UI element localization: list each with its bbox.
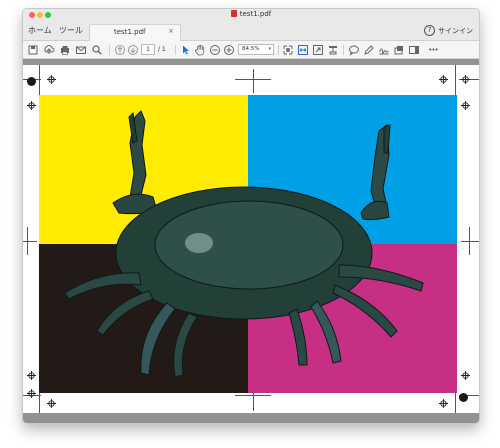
document-area[interactable]: [23, 59, 479, 423]
zoom-level-select[interactable]: 84.5% ▾: [238, 44, 274, 55]
print-icon[interactable]: [59, 44, 71, 56]
crop-mark: [39, 391, 40, 413]
toolbar: 1 / 1 84.5% ▾ •••: [23, 41, 479, 59]
chevron-down-icon: ▾: [268, 46, 271, 52]
registration-mark-icon: [47, 75, 56, 84]
window-title-text: test1.pdf: [239, 10, 272, 18]
center-mark: [23, 241, 37, 242]
window-title: test1.pdf: [23, 10, 479, 18]
pen-icon[interactable]: [363, 44, 375, 56]
sign-icon[interactable]: [378, 44, 390, 56]
registration-mark-icon: [47, 399, 56, 408]
prev-page-icon[interactable]: [114, 44, 126, 56]
fullscreen-icon[interactable]: [312, 44, 324, 56]
mail-icon[interactable]: [75, 44, 87, 56]
page-total: / 1: [158, 46, 166, 53]
tab-document[interactable]: test1.pdf ×: [89, 24, 181, 41]
center-mark: [469, 227, 470, 255]
fit-page-icon[interactable]: [282, 44, 294, 56]
next-page-icon[interactable]: [127, 44, 139, 56]
center-mark: [27, 227, 28, 255]
tab-tools[interactable]: ツール: [59, 25, 83, 36]
registration-mark-icon: [27, 371, 36, 380]
zoom-in-icon[interactable]: [223, 44, 235, 56]
crop-mark: [455, 65, 456, 97]
center-mark: [253, 393, 254, 411]
toolbar-separator: [278, 45, 279, 55]
more-options-icon[interactable]: •••: [427, 44, 439, 56]
registration-mark-icon: [461, 75, 470, 84]
upload-icon[interactable]: [43, 44, 55, 56]
registration-mark-icon: [27, 389, 36, 398]
save-icon[interactable]: [27, 44, 39, 56]
zoom-out-icon[interactable]: [209, 44, 221, 56]
help-icon[interactable]: ?: [424, 25, 435, 36]
registration-mark-icon: [27, 101, 36, 110]
stamp-icon[interactable]: [327, 44, 339, 56]
panel-icon[interactable]: [408, 44, 420, 56]
toolbar-separator: [175, 45, 176, 55]
fit-width-icon[interactable]: [297, 44, 309, 56]
crop-mark: [39, 65, 40, 97]
comment-icon[interactable]: [348, 44, 360, 56]
pdf-page: [23, 65, 479, 413]
search-icon[interactable]: [91, 44, 103, 56]
pdf-file-icon: [230, 10, 237, 17]
tab-home[interactable]: ホーム: [28, 25, 52, 36]
registration-mark-icon: [439, 75, 448, 84]
crab-image: [39, 95, 457, 393]
page-number-input[interactable]: 1: [141, 44, 155, 55]
registration-mark-icon: [439, 399, 448, 408]
close-tab-button[interactable]: ×: [168, 27, 174, 35]
zoom-level-value: 84.5%: [242, 46, 260, 52]
color-patch: [459, 393, 468, 402]
toolbar-separator: [343, 45, 344, 55]
registration-mark-icon: [461, 371, 470, 380]
title-bar: test1.pdf: [23, 9, 479, 21]
toolbar-separator: [109, 45, 110, 55]
center-mark: [461, 241, 479, 242]
pointer-icon[interactable]: [180, 44, 192, 56]
share-icon[interactable]: [393, 44, 405, 56]
tab-bar: ホーム ツール test1.pdf × ? サインイン: [23, 21, 479, 41]
tab-document-label: test1.pdf: [114, 28, 146, 36]
hand-icon[interactable]: [194, 44, 206, 56]
pdf-viewer-window: test1.pdf ホーム ツール test1.pdf × ? サインイン 1 …: [22, 8, 480, 424]
signin-link[interactable]: サインイン: [438, 26, 473, 36]
registration-mark-icon: [461, 101, 470, 110]
center-mark: [253, 69, 254, 93]
color-patch: [27, 77, 36, 86]
crop-mark: [455, 391, 456, 413]
